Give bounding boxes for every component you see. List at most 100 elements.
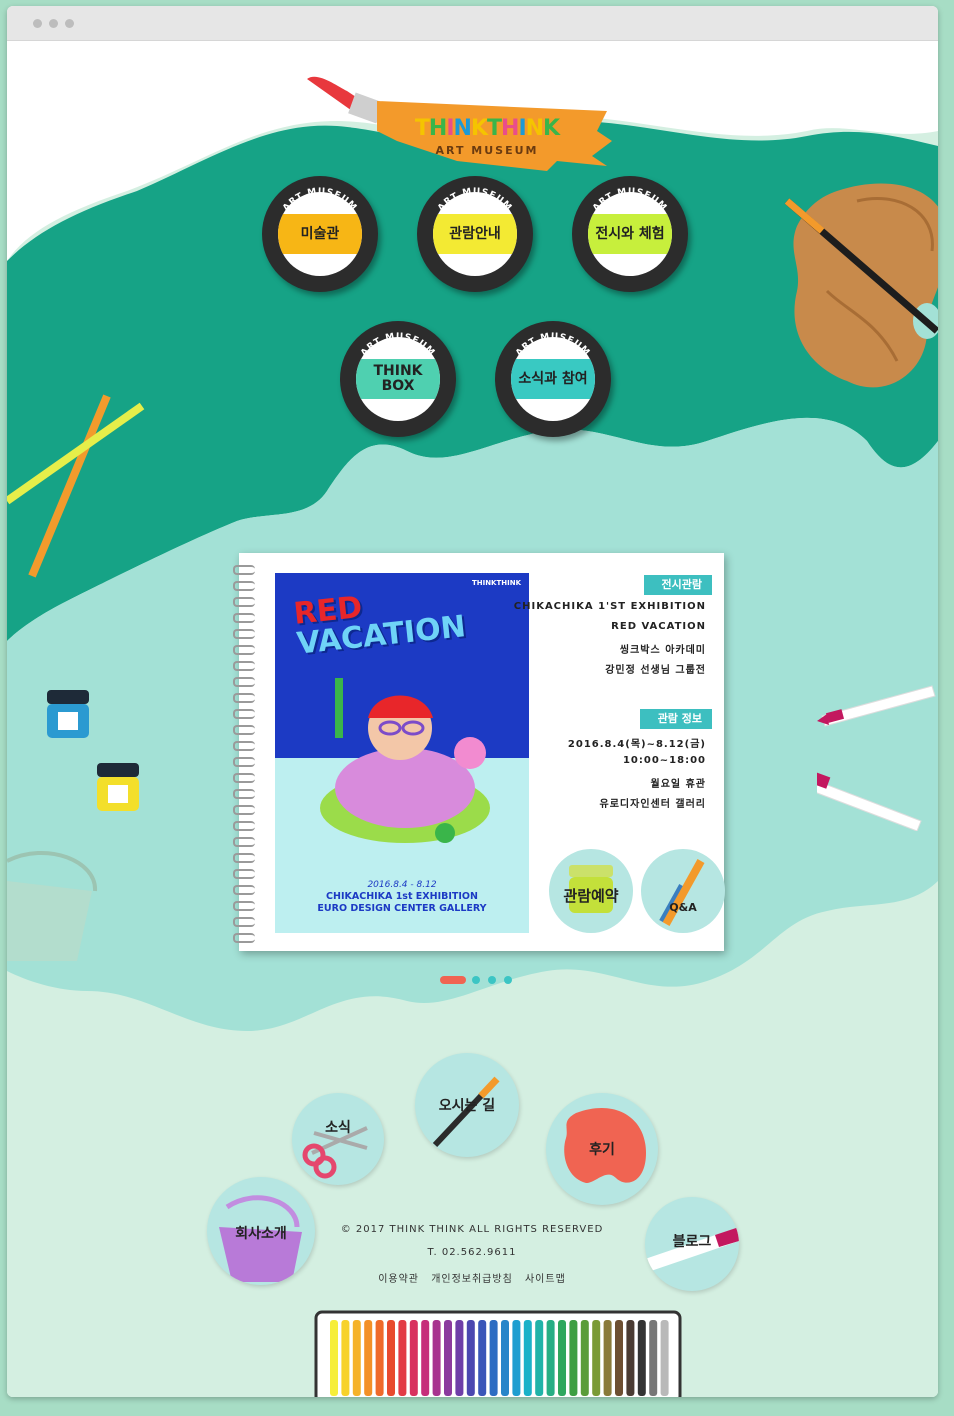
nav-badge-4[interactable]: ART MUSEUMTHINK THINKTHINK BOX (340, 321, 456, 437)
crayon-stick (523, 1320, 532, 1396)
pager-dot[interactable] (472, 976, 480, 984)
footer-links: 이용약관 개인정보취급방침 사이트맵 (307, 1270, 637, 1285)
nav-badge-5[interactable]: ART MUSEUMTHINK THINK소식과 참여 (495, 321, 611, 437)
crayon-stick (330, 1320, 338, 1396)
footer: © 2017 THINK THINK ALL RIGHTS RESERVED T… (307, 1224, 637, 1297)
crayon-stick (364, 1320, 373, 1396)
paint-jar-blue-icon (47, 690, 89, 738)
nav-badge-2[interactable]: ART MUSEUMTHINK THINK관람안내 (417, 176, 533, 292)
spiral-ring (233, 853, 255, 863)
window-dot-icon[interactable] (49, 19, 58, 28)
logo-letter: N (525, 116, 544, 141)
spiral-ring (233, 677, 255, 687)
spiral-ring (233, 741, 255, 751)
exhibit-line: 씽크박스 아카데미 (619, 645, 706, 656)
scissors-icon (302, 1126, 368, 1179)
logo-letter: T (487, 116, 502, 141)
nav-badge-3[interactable]: ART MUSEUMTHINK THINK전시와 체험 (572, 176, 688, 292)
spiral-ring (233, 581, 255, 591)
crayon-stick (398, 1320, 407, 1396)
bucket-icon (7, 851, 98, 961)
menu-reviews[interactable]: 후기 (546, 1093, 658, 1205)
badge-face: 관람안내 (433, 192, 517, 276)
spiral-ring (233, 565, 255, 575)
crayon-stick (626, 1320, 635, 1396)
spiral-ring (233, 837, 255, 847)
pager-dot[interactable] (504, 976, 512, 984)
crayon-stick (512, 1320, 521, 1396)
logo-letter: H (501, 116, 519, 141)
spiral-ring (233, 597, 255, 607)
menu-directions-label: 오시는 길 (438, 1098, 496, 1114)
spiral-ring (233, 613, 255, 623)
slider-pager (440, 976, 520, 984)
pager-dot-active[interactable] (440, 976, 466, 984)
badge-face: 전시와 체험 (588, 192, 672, 276)
exhibit-line: CHIKACHIKA 1'ST EXHIBITION (513, 601, 706, 612)
spiral-ring (233, 757, 255, 767)
crayon-stick (660, 1320, 669, 1396)
exhibition-poster[interactable]: THINKTHINK RED VACATION 2016.8.4 - 8.12 … (275, 573, 529, 933)
visit-line: 월요일 휴관 (650, 779, 706, 790)
menu-directions[interactable]: 오시는 길 (415, 1053, 519, 1157)
qna-button[interactable]: Q&A (641, 849, 725, 933)
spiral-ring (233, 645, 255, 655)
poster-exhibition: CHIKACHIKA 1st EXHIBITION (326, 891, 478, 902)
pager-dot[interactable] (488, 976, 496, 984)
spiral-ring (233, 789, 255, 799)
poster-brand: THINKTHINK (471, 579, 521, 587)
spiral-ring (233, 629, 255, 639)
poster-gallery: EURO DESIGN CENTER GALLERY (317, 903, 487, 914)
sitemap-link[interactable]: 사이트맵 (525, 1274, 566, 1285)
crayon-stick (352, 1320, 361, 1396)
badge-face: 소식과 참여 (511, 337, 595, 421)
nav-badge-1[interactable]: ART MUSEUMTHINK THINK미술관 (262, 176, 378, 292)
nav-label: 전시와 체험 (588, 214, 672, 254)
poster-title: RED VACATION (292, 582, 467, 662)
menu-about[interactable]: 회사소개 (207, 1177, 315, 1285)
terms-link[interactable]: 이용약관 (378, 1274, 419, 1285)
reservation-label: 관람예약 (563, 887, 619, 905)
badge-face: 미술관 (278, 192, 362, 276)
logo[interactable]: THINKTHINK ART MUSEUM (307, 61, 617, 181)
crayon-stick (432, 1320, 441, 1396)
crayon-stick (387, 1320, 395, 1396)
crayon-stick (455, 1320, 464, 1396)
visit-tag: 관람 정보 (639, 709, 712, 729)
crayon-stick (478, 1320, 487, 1396)
spiral-ring (233, 901, 255, 911)
window-dot-icon[interactable] (33, 19, 42, 28)
logo-letter: I (518, 116, 526, 141)
exhibit-tag: 전시관람 (643, 575, 712, 595)
exhibit-line: RED VACATION (611, 621, 706, 632)
crayon-box-icon (314, 1310, 682, 1397)
pencils-icon (7, 394, 145, 578)
crayon-stick (558, 1320, 566, 1396)
spiral-ring (233, 869, 255, 879)
pencil-icon (659, 859, 705, 926)
logo-letter: H (428, 116, 447, 141)
reservation-button[interactable]: 관람예약 (549, 849, 633, 933)
crayon-stick (489, 1320, 498, 1396)
paint-jar-yellow-icon (97, 763, 139, 811)
spiral-ring (233, 725, 255, 735)
menu-about-label: 회사소개 (235, 1226, 287, 1242)
page-canvas: THINKTHINK ART MUSEUM ART MUSEUMTHINK TH… (7, 41, 938, 1397)
privacy-link[interactable]: 개인정보취급방침 (431, 1274, 513, 1285)
crayon-stick (569, 1320, 578, 1396)
logo-letter: T (414, 116, 430, 141)
crayon-stick (421, 1320, 430, 1396)
menu-news[interactable]: 소식 (292, 1093, 384, 1185)
visit-line: 유로디자인센터 갤러리 (599, 799, 706, 810)
phone-text: T. 02.562.9611 (427, 1247, 517, 1258)
spiral-ring (233, 933, 255, 943)
crayons-icon (817, 685, 936, 831)
spiral-ring (233, 709, 255, 719)
menu-blog[interactable]: 블로그 (645, 1197, 739, 1291)
spiral-ring (233, 885, 255, 895)
spiral-ring (233, 661, 255, 671)
crayon-stick (603, 1320, 612, 1396)
window-dot-icon[interactable] (65, 19, 74, 28)
crayon-stick (649, 1320, 658, 1396)
crayon-stick (615, 1320, 623, 1396)
